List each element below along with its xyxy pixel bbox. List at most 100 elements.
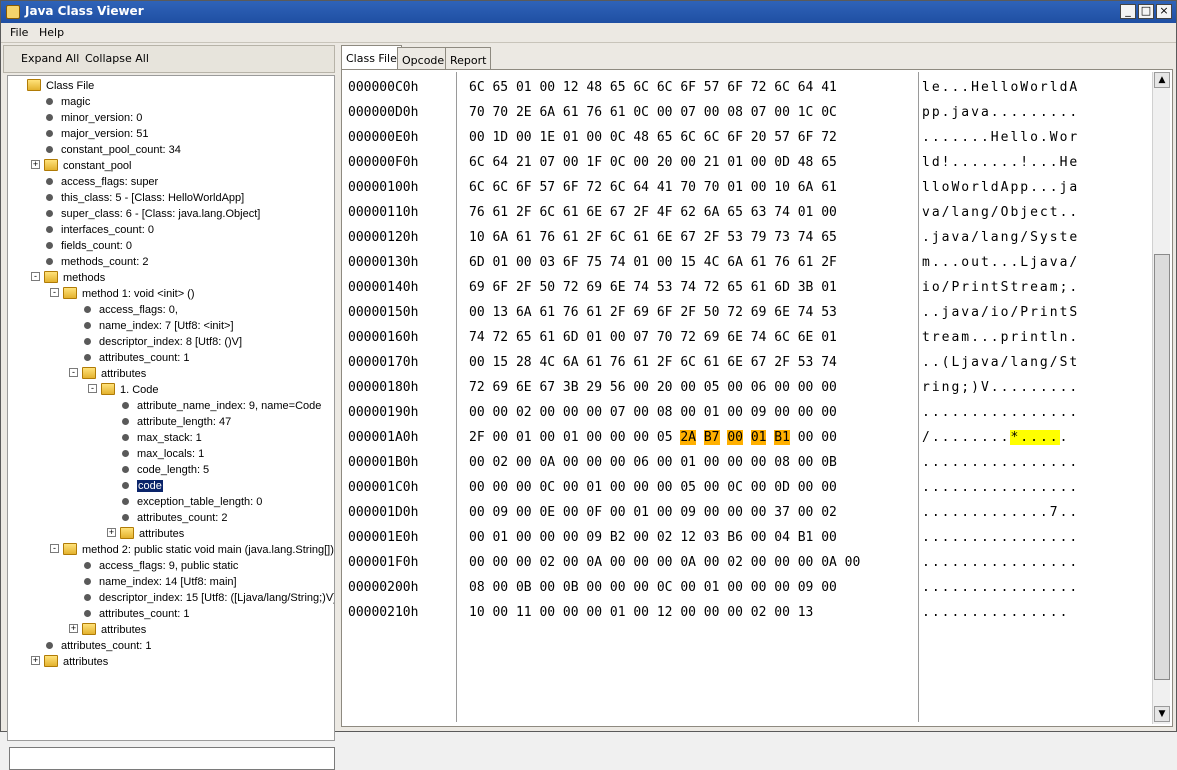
tree-node[interactable]: attribute_length: 47 <box>107 414 231 430</box>
expand-icon[interactable]: + <box>31 160 40 170</box>
tree-node-label: attribute_length: 47 <box>137 416 232 428</box>
tree-node-label: attributes <box>101 368 147 380</box>
tree-node[interactable]: Class File <box>12 78 94 94</box>
expand-icon[interactable]: + <box>69 624 78 634</box>
expand-icon[interactable]: + <box>31 656 40 666</box>
hex-address: 000001B0h <box>348 455 419 470</box>
leaf-bullet-icon <box>122 433 129 441</box>
hex-address: 00000100h <box>348 180 419 195</box>
hex-address: 00000180h <box>348 380 419 395</box>
tree-node[interactable]: + attributes <box>31 654 108 670</box>
scroll-up-icon[interactable]: ▲ <box>1154 72 1170 88</box>
tree-node[interactable]: exception_table_length: 0 <box>107 494 262 510</box>
tree-node[interactable]: constant_pool_count: 34 <box>31 142 181 158</box>
hex-row: 00000180h 72 69 6E 67 3B 29 56 00 20 00 0… <box>344 375 1152 400</box>
tree-node[interactable]: + constant_pool <box>31 158 132 174</box>
scroll-thumb[interactable] <box>1154 254 1170 680</box>
tree-node[interactable]: access_flags: 9, public static <box>69 558 238 574</box>
tree-node[interactable]: access_flags: super <box>31 174 158 190</box>
tree-node[interactable]: fields_count: 0 <box>31 238 132 254</box>
tree-node[interactable]: descriptor_index: 15 [Utf8: ([Ljava/lang… <box>69 590 334 606</box>
tree-node[interactable]: minor_version: 0 <box>31 110 142 126</box>
leaf-bullet-icon <box>122 481 129 489</box>
tree-node[interactable]: methods_count: 2 <box>31 254 148 270</box>
tree-node[interactable]: attributes_count: 1 <box>69 606 190 622</box>
tree-node[interactable]: max_stack: 1 <box>107 430 202 446</box>
hex-bytes: 2F 00 01 00 01 00 00 00 05 2A B7 00 01 B… <box>469 430 837 445</box>
collapse-icon[interactable]: - <box>69 368 78 378</box>
collapse-icon[interactable]: - <box>88 384 97 394</box>
menu-help[interactable]: Help <box>39 26 64 39</box>
tree-node[interactable]: interfaces_count: 0 <box>31 222 154 238</box>
tree-node-label: attributes <box>139 528 185 540</box>
tab-report[interactable]: Report <box>445 47 492 69</box>
folder-icon <box>44 655 58 668</box>
collapse-icon[interactable]: - <box>50 288 59 298</box>
vertical-scrollbar[interactable]: ▲ ▼ <box>1152 72 1170 724</box>
collapse-icon[interactable]: - <box>50 544 59 554</box>
hex-dump[interactable]: 000000C0h 6C 65 01 00 12 48 65 6C 6C 6F 5… <box>344 72 1152 722</box>
hex-row: 00000210h 10 00 11 00 00 00 01 00 12 00 0… <box>344 600 1152 625</box>
tree-node[interactable]: major_version: 51 <box>31 126 148 142</box>
ascii-text: ................ <box>922 555 1080 570</box>
tree-node[interactable]: code <box>107 478 163 494</box>
tree-node[interactable]: name_index: 7 [Utf8: <init>] <box>69 318 234 334</box>
tree-node-label: fields_count: 0 <box>61 240 132 252</box>
tree-node-label: attributes_count: 1 <box>61 640 152 652</box>
hex-bytes: 70 70 2E 6A 61 76 61 0C 00 07 00 08 07 0… <box>469 105 837 120</box>
leaf-bullet-icon <box>84 561 91 569</box>
tree-node[interactable]: this_class: 5 - [Class: HelloWorldApp] <box>31 190 244 206</box>
hex-address: 00000140h <box>348 280 419 295</box>
tree-node[interactable]: descriptor_index: 8 [Utf8: ()V] <box>69 334 242 350</box>
tree-node-label: Class File <box>46 80 95 92</box>
tree-node-label: this_class: 5 - [Class: HelloWorldApp] <box>61 192 245 204</box>
leaf-bullet-icon <box>46 145 53 153</box>
hex-bytes: 6C 64 21 07 00 1F 0C 00 20 00 21 01 00 0… <box>469 155 837 170</box>
tree-node[interactable]: - method 1: void <init> () <box>50 286 195 302</box>
collapse-icon[interactable]: - <box>31 272 40 282</box>
tree-node[interactable]: name_index: 14 [Utf8: main] <box>69 574 237 590</box>
expand-icon[interactable]: + <box>107 528 116 538</box>
close-button[interactable]: × <box>1156 4 1172 19</box>
maximize-button[interactable]: □ <box>1138 4 1154 19</box>
status-field[interactable] <box>9 747 335 770</box>
hex-address: 000001C0h <box>348 480 419 495</box>
tree-node[interactable]: attributes_count: 1 <box>69 350 190 366</box>
folder-icon <box>27 79 41 92</box>
tree-node[interactable]: attribute_name_index: 9, name=Code <box>107 398 321 414</box>
hex-address: 000000D0h <box>348 105 419 120</box>
class-tree[interactable]: Class File magic minor_version: 0 major_ver… <box>7 75 335 741</box>
minimize-button[interactable]: _ <box>1120 4 1136 19</box>
tree-node[interactable]: attributes_count: 2 <box>107 510 228 526</box>
tree-node[interactable]: code_length: 5 <box>107 462 209 478</box>
tree-node-label: code <box>137 480 163 492</box>
tree-node[interactable]: - methods <box>31 270 105 286</box>
tree-node-label: interfaces_count: 0 <box>61 224 154 236</box>
hex-row: 000000E0h 00 1D 00 1E 01 00 0C 48 65 6C 6… <box>344 125 1152 150</box>
tab-class-file[interactable]: Class File <box>341 45 402 69</box>
tree-node[interactable]: max_locals: 1 <box>107 446 204 462</box>
tree-node[interactable]: super_class: 6 - [Class: java.lang.Objec… <box>31 206 260 222</box>
tree-node[interactable]: + attributes <box>69 622 146 638</box>
tree-node[interactable]: - method 2: public static void main (java… <box>50 542 334 558</box>
expand-all-button[interactable]: Expand All <box>21 52 79 65</box>
hex-row: 000001E0h 00 01 00 00 00 09 B2 00 02 12 0… <box>344 525 1152 550</box>
tree-node[interactable]: attributes_count: 1 <box>31 638 152 654</box>
tree-node[interactable]: - 1. Code <box>88 382 159 398</box>
tree-node[interactable]: - attributes <box>69 366 146 382</box>
tree-node[interactable]: access_flags: 0, <box>69 302 178 318</box>
tree-node[interactable]: + attributes <box>107 526 184 542</box>
tab-opcode[interactable]: Opcode <box>397 47 450 69</box>
tree-node[interactable]: magic <box>31 94 90 110</box>
scroll-down-icon[interactable]: ▼ <box>1154 706 1170 722</box>
collapse-all-button[interactable]: Collapse All <box>85 52 149 65</box>
title-bar: Java Class Viewer _ □ × <box>1 1 1176 23</box>
hex-bytes: 76 61 2F 6C 61 6E 67 2F 4F 62 6A 65 63 7… <box>469 205 837 220</box>
leaf-bullet-icon <box>46 641 53 649</box>
hex-row: 000001B0h 00 02 00 0A 00 00 00 06 00 01 0… <box>344 450 1152 475</box>
hex-row: 00000170h 00 15 28 4C 6A 61 76 61 2F 6C 6… <box>344 350 1152 375</box>
tree-node-label: major_version: 51 <box>61 128 149 140</box>
menu-file[interactable]: File <box>10 26 28 39</box>
leaf-bullet-icon <box>46 241 53 249</box>
tree-node-label: exception_table_length: 0 <box>137 496 263 508</box>
